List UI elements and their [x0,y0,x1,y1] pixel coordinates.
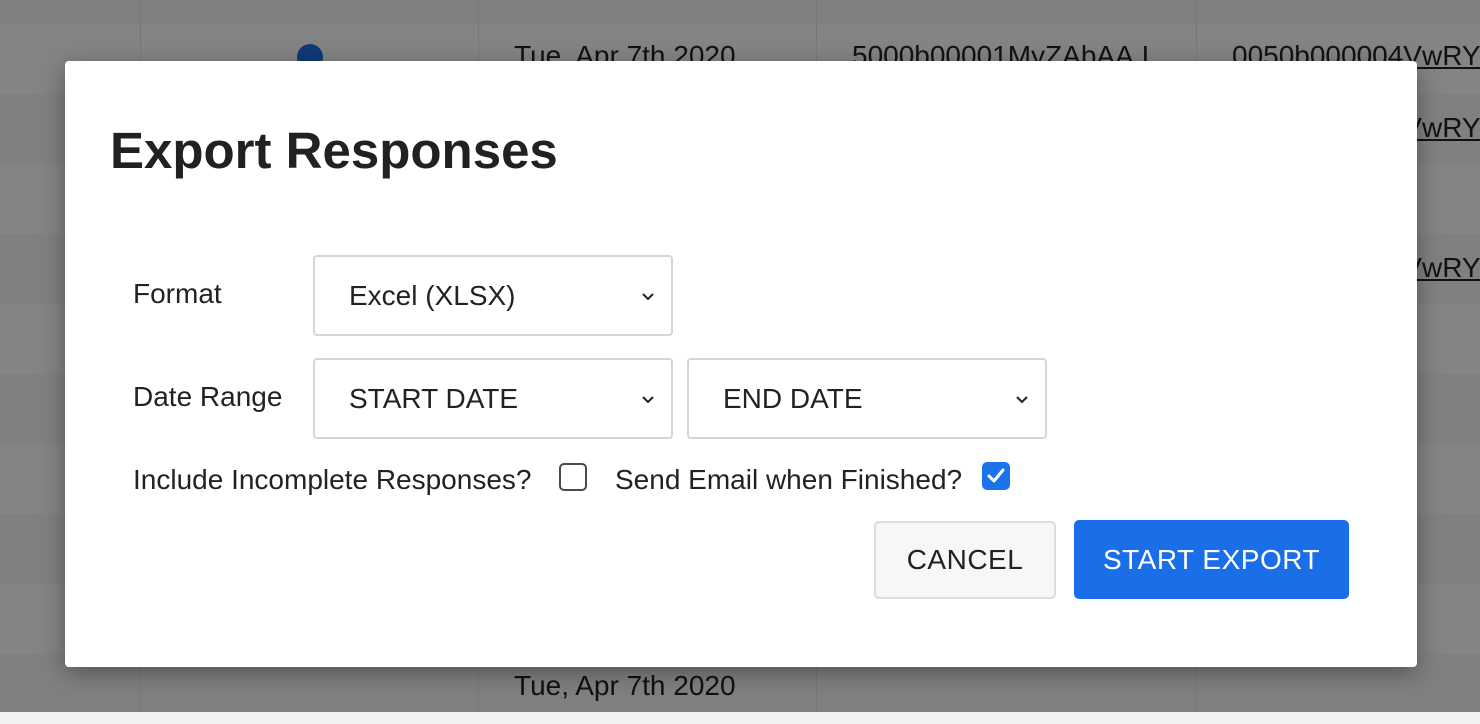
export-dialog: Export Responses Format Excel (XLSX) Dat… [65,61,1417,667]
include-incomplete-label: Include Incomplete Responses? [133,464,532,495]
format-select[interactable]: Excel (XLSX) [313,255,673,336]
start-export-button[interactable]: START EXPORT [1074,520,1349,599]
chevron-down-icon [642,292,654,300]
end-date-value: END DATE [723,382,863,414]
date-range-label: Date Range [133,381,283,412]
checkmark-icon [987,468,1005,483]
format-label: Format [133,278,222,309]
send-email-label: Send Email when Finished? [615,464,963,495]
cancel-button[interactable]: CANCEL [874,521,1056,599]
include-incomplete-checkbox[interactable] [559,463,587,491]
chevron-down-icon [642,395,654,403]
chevron-down-icon [1016,395,1028,403]
start-date-select[interactable]: START DATE [313,358,673,439]
send-email-checkbox[interactable] [982,462,1010,490]
start-date-value: START DATE [349,382,519,414]
dialog-title: Export Responses [110,122,558,179]
format-select-value: Excel (XLSX) [349,279,516,311]
end-date-select[interactable]: END DATE [687,358,1047,439]
